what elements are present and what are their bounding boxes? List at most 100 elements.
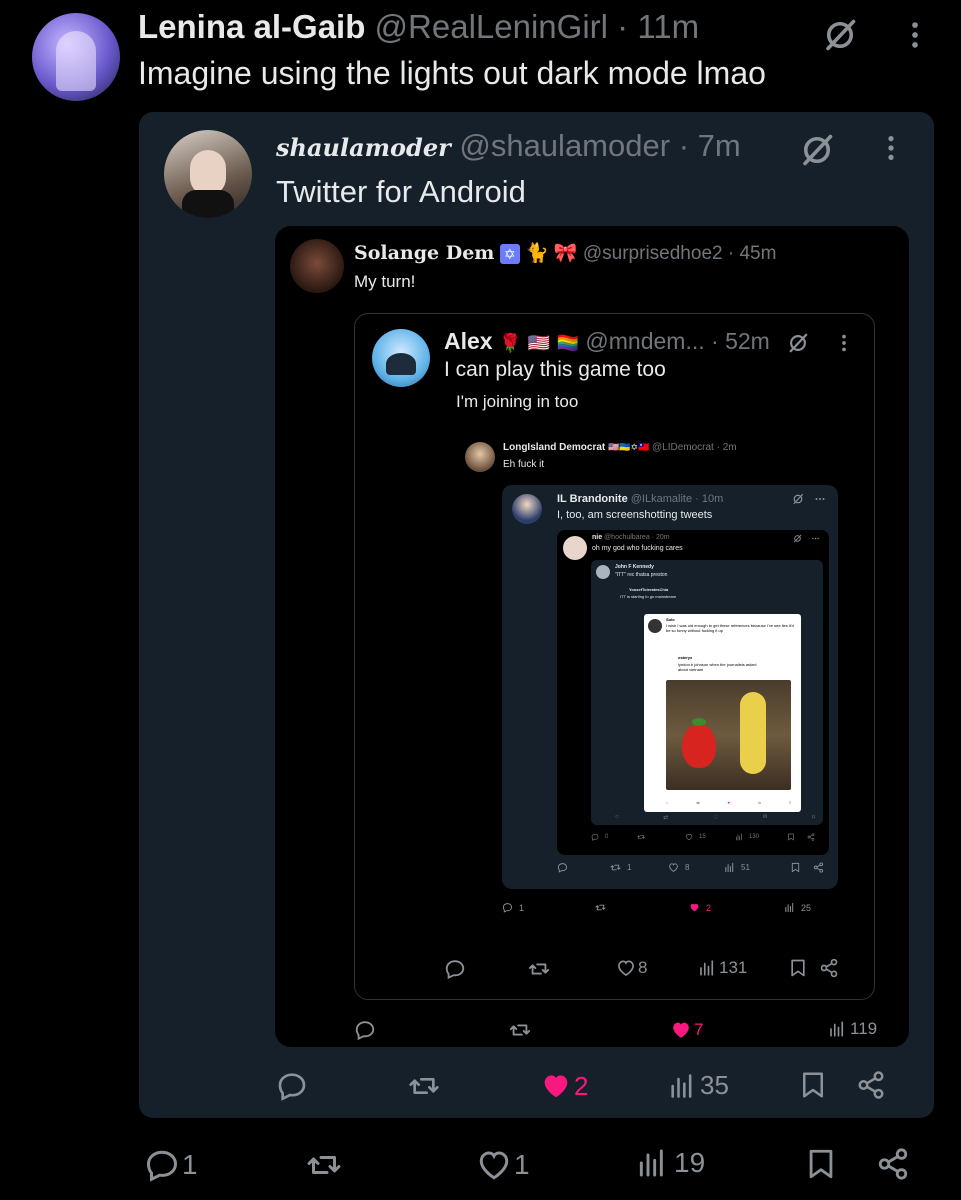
reply-count: 1	[519, 902, 525, 913]
like-count: 8	[685, 863, 690, 872]
author-name[interactable]: YousefToleratesChia	[629, 587, 668, 592]
quote-card-alex[interactable]: Alex 🌹 🇺🇸 🏳️‍🌈 @mndem... · 52m I can pla…	[354, 313, 875, 1000]
avatar-lenina[interactable]	[32, 13, 120, 101]
grok-icon[interactable]	[793, 534, 802, 543]
share-button[interactable]	[807, 833, 815, 841]
share-button[interactable]	[819, 958, 839, 978]
tweet-time[interactable]: 52m	[725, 328, 770, 354]
views-count: 35	[700, 1070, 729, 1100]
more-icon[interactable]	[814, 493, 826, 505]
tweet-time[interactable]: 7m	[698, 128, 741, 163]
retweet-button[interactable]	[637, 833, 645, 841]
views-button[interactable]: 25	[784, 902, 811, 913]
grok-icon[interactable]	[822, 17, 858, 53]
author-name[interactable]: Lenina al-Gaib	[138, 8, 365, 45]
avatar-nie[interactable]	[563, 536, 587, 560]
bookmark-button[interactable]	[798, 1070, 828, 1100]
share-button[interactable]	[876, 1147, 910, 1181]
retweet-button[interactable]	[509, 1019, 531, 1041]
views-button[interactable]: 131	[698, 958, 747, 978]
like-button[interactable]: 8	[616, 958, 647, 978]
quote-card-ilbrandonite[interactable]: IL Brandonite @ILkamalite · 10m I, too, …	[502, 485, 838, 889]
avatar-jfk[interactable]	[596, 565, 610, 579]
author-handle[interactable]: @RealLeninGirl	[375, 8, 608, 45]
like-button[interactable]: 2	[689, 902, 711, 913]
reply-button[interactable]	[276, 1070, 308, 1102]
tweet-time[interactable]: 11m	[637, 8, 699, 45]
share-button[interactable]	[813, 862, 824, 873]
views-button[interactable]: 19	[636, 1147, 705, 1179]
quote2-header: Solange Dem ✡ 🐈 🎀 @surprisedhoe2 · 45m	[354, 241, 776, 265]
avatar-lidemocrat[interactable]	[465, 442, 495, 472]
more-icon[interactable]	[811, 534, 820, 543]
grok-icon[interactable]	[787, 332, 809, 354]
author-name[interactable]: IL Brandonite	[557, 493, 628, 505]
tweet-time[interactable]: 2m	[723, 442, 737, 453]
like-button[interactable]: 8	[668, 862, 689, 873]
author-name[interactable]: Solange Dem	[354, 242, 494, 264]
author-handle[interactable]: @shaulamoder	[459, 128, 670, 163]
meme-image[interactable]	[666, 680, 791, 790]
author-name[interactable]: shaulamoder	[276, 133, 451, 162]
bookmark-button[interactable]	[787, 833, 795, 841]
tweet-text: "ITT" rec thatsa preston	[615, 572, 668, 578]
author-name[interactable]: Alex	[444, 328, 493, 354]
more-icon[interactable]	[898, 18, 932, 52]
jfk-action-bar: ○ ⇄ ♡ ılı ⌑	[615, 814, 815, 821]
like-button[interactable]: 7	[670, 1019, 703, 1041]
author-handle[interactable]: @LIDemocrat	[652, 442, 714, 453]
like-button[interactable]: 15	[685, 833, 706, 841]
reply-button[interactable]: 0	[591, 833, 608, 841]
views-button[interactable]: 51	[724, 862, 750, 873]
retweet-button[interactable]	[528, 958, 550, 980]
more-icon[interactable]	[833, 332, 855, 354]
bookmark-button[interactable]	[804, 1147, 838, 1181]
like-count: 2	[574, 1070, 589, 1101]
author-handle[interactable]: @ILkamalite	[631, 493, 692, 505]
tweet-time[interactable]: 45m	[739, 243, 776, 264]
reply-button[interactable]	[354, 1019, 376, 1041]
share-button[interactable]	[856, 1070, 886, 1100]
reply-button[interactable]	[557, 862, 568, 873]
author-handle[interactable]: @surprisedhoe2	[583, 243, 723, 264]
quote-card-nie[interactable]: nie @hochulbarea · 20m oh my god who fuc…	[557, 530, 829, 855]
quote-card-solo[interactable]: Solo I wish I was old enough to get thes…	[644, 614, 801, 812]
grok-icon[interactable]	[799, 132, 835, 168]
avatar-solo[interactable]	[648, 619, 662, 633]
author-name[interactable]: nie	[592, 534, 602, 541]
avatar-ilbrandonite[interactable]	[512, 494, 542, 524]
reply-button[interactable]: 1	[144, 1147, 198, 1183]
grok-icon[interactable]	[792, 493, 804, 505]
quote-card-shaulamoder[interactable]: shaulamoder @shaulamoder · 7m Twitter fo…	[139, 112, 934, 1118]
retweet-button[interactable]	[595, 902, 606, 913]
quote-card-solange[interactable]: Solange Dem ✡ 🐈 🎀 @surprisedhoe2 · 45m M…	[275, 226, 909, 1047]
tweet-time[interactable]: 10m	[702, 493, 723, 505]
reply-button[interactable]: 1	[502, 902, 524, 913]
retweet-button[interactable]	[408, 1070, 440, 1102]
bookmark-button[interactable]	[788, 958, 808, 978]
author-name[interactable]: Solo	[666, 617, 675, 622]
retweet-button[interactable]	[306, 1147, 342, 1183]
author-name[interactable]: LongIsland Democrat	[503, 442, 605, 453]
like-button[interactable]: 2	[540, 1070, 588, 1102]
avatar-alex[interactable]	[372, 329, 430, 387]
ilbrandonite-action-bar: 1 8 51	[557, 862, 829, 876]
views-button[interactable]: 130	[735, 833, 759, 841]
author-name-osteryx[interactable]: osteryx	[678, 655, 692, 660]
like-button[interactable]: 1	[476, 1147, 530, 1183]
avatar-solange[interactable]	[290, 239, 344, 293]
quote-card-jfk[interactable]: John F Kennedy "ITT" rec thatsa preston …	[591, 560, 823, 825]
more-icon[interactable]	[875, 132, 907, 164]
views-button[interactable]: 35	[668, 1070, 729, 1101]
author-name[interactable]: John F Kennedy	[615, 564, 654, 570]
reply-button[interactable]	[444, 958, 466, 980]
bookmark-button[interactable]	[790, 862, 801, 873]
views-button[interactable]: 119	[828, 1019, 877, 1039]
tweet-time[interactable]: 20m	[656, 534, 670, 541]
avatar-shaulamoder[interactable]	[164, 130, 252, 218]
author-handle[interactable]: @hochulbarea	[604, 534, 650, 541]
quote-card-yousef[interactable]: YousefToleratesChia ITT is starting to g…	[615, 584, 815, 812]
separator: ·	[678, 128, 690, 163]
retweet-button[interactable]: 1	[610, 862, 631, 873]
author-handle[interactable]: @mndem...	[585, 328, 704, 354]
